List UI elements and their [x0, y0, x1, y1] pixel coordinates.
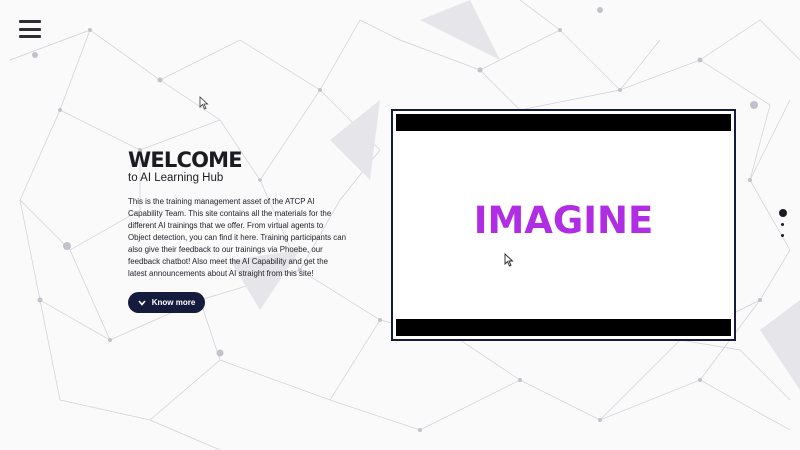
menu-bar-top: [19, 20, 41, 23]
chevron-down-icon: [138, 299, 146, 306]
page-title: WELCOME: [128, 148, 243, 172]
mouse-cursor-icon: [199, 96, 209, 110]
hero-description: This is the training management asset of…: [128, 197, 346, 278]
slide-dot-2[interactable]: [781, 223, 784, 226]
hamburger-menu-icon[interactable]: [19, 20, 41, 38]
video-title-text: IMAGINE: [473, 199, 654, 242]
menu-bar-middle: [19, 27, 41, 31]
video-player[interactable]: IMAGINE: [391, 109, 736, 341]
know-more-label: Know more: [151, 298, 196, 307]
slide-dot-3[interactable]: [781, 234, 784, 237]
page-subtitle: to AI Learning Hub: [128, 172, 224, 184]
letterbox-top: [396, 114, 731, 131]
hero-section: WELCOME to AI Learning Hub This is the t…: [128, 148, 346, 313]
slide-navigation: [778, 209, 788, 241]
slide-dot-1[interactable]: [779, 209, 787, 217]
mouse-cursor-icon: [504, 253, 514, 267]
letterbox-bottom: [396, 319, 731, 336]
menu-bar-bottom: [19, 35, 41, 38]
know-more-button[interactable]: Know more: [128, 292, 205, 313]
video-screen: IMAGINE: [396, 114, 731, 336]
